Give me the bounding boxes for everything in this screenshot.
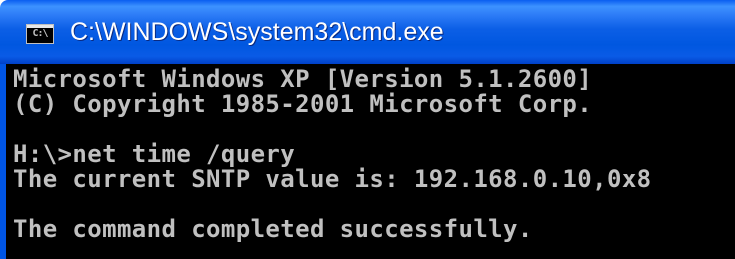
command-prompt-icon[interactable]: C:\	[26, 24, 54, 44]
console-line: Microsoft Windows XP [Version 5.1.2600]	[13, 65, 593, 93]
title-bar[interactable]: C:\ C:\WINDOWS\system32\cmd.exe	[0, 0, 735, 64]
console-line: H:\>net time /query	[13, 140, 296, 168]
window-title: C:\WINDOWS\system32\cmd.exe	[70, 18, 444, 46]
cmd-window: C:\ C:\WINDOWS\system32\cmd.exe Microsof…	[0, 0, 735, 259]
console-output[interactable]: Microsoft Windows XP [Version 5.1.2600] …	[0, 64, 735, 259]
console-line: The current SNTP value is: 192.168.0.10,…	[13, 165, 652, 193]
console-line: (C) Copyright 1985-2001 Microsoft Corp.	[13, 90, 593, 118]
console-line: The command completed successfully.	[13, 215, 533, 243]
